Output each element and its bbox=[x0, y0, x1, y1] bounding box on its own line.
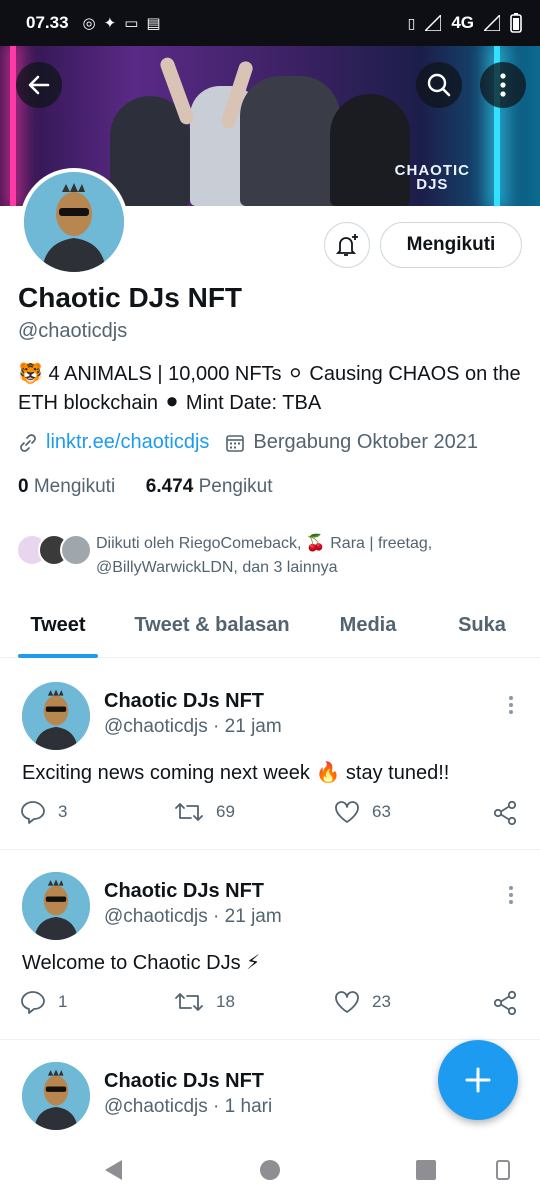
followers-link[interactable]: 6.474 Pengikut bbox=[146, 476, 273, 497]
tweet-text: Welcome to Chaotic DJs ⚡ bbox=[22, 952, 261, 974]
like-button[interactable]: 23 bbox=[334, 990, 391, 1014]
tweet-avatar[interactable] bbox=[22, 682, 90, 750]
following-link[interactable]: 0 Mengikuti bbox=[18, 476, 115, 497]
tweet-item[interactable]: Chaotic DJs NFT @chaoticdjs · 21 jam Welco… bbox=[0, 850, 540, 1040]
follow-counts: 0 Mengikuti 6.474 Pengikut bbox=[18, 476, 273, 498]
vibrate-icon: ▯ bbox=[407, 14, 416, 31]
network-type: 4G bbox=[451, 13, 474, 32]
notification-icons: ◎ ✦ ▭ ▤ bbox=[83, 16, 161, 31]
chat-icon: ▭ bbox=[124, 14, 139, 32]
tweet-more-button[interactable] bbox=[500, 694, 522, 716]
tweet-author-name[interactable]: Chaotic DJs NFT bbox=[104, 1070, 264, 1093]
retweet-count: 69 bbox=[216, 802, 235, 821]
tweet-item[interactable]: Chaotic DJs NFT @chaoticdjs · 21 jam Excit… bbox=[0, 660, 540, 850]
retweet-button[interactable]: 18 bbox=[174, 990, 235, 1014]
nav-recents-icon[interactable] bbox=[414, 1158, 438, 1182]
search-button[interactable] bbox=[416, 62, 462, 108]
reply-button[interactable]: 1 bbox=[20, 990, 67, 1014]
retweet-button[interactable]: 69 bbox=[174, 800, 235, 824]
avatar-image bbox=[24, 172, 124, 272]
like-icon bbox=[335, 801, 359, 823]
nav-rotate-icon[interactable] bbox=[494, 1158, 512, 1182]
follower-avatar-3 bbox=[60, 534, 92, 566]
banner-wordmark: CHAOTIC DJS bbox=[394, 162, 470, 193]
nav-back-icon[interactable] bbox=[102, 1158, 126, 1182]
more-options-button[interactable] bbox=[480, 62, 526, 108]
like-button[interactable]: 63 bbox=[334, 800, 391, 824]
banner-character-3 bbox=[240, 76, 340, 206]
nav-home-icon[interactable] bbox=[258, 1158, 282, 1182]
signal-icon bbox=[425, 15, 442, 31]
followed-by[interactable]: Diikuti oleh RiegoComeback, 🍒 Rara | fre… bbox=[16, 532, 516, 580]
more-vertical-icon bbox=[500, 73, 506, 97]
compose-tweet-button[interactable] bbox=[438, 1040, 518, 1120]
tweet-avatar[interactable] bbox=[22, 1062, 90, 1130]
reply-count: 1 bbox=[58, 992, 68, 1011]
share-button[interactable] bbox=[492, 800, 518, 826]
like-icon bbox=[335, 991, 359, 1013]
tweet-avatar[interactable] bbox=[22, 872, 90, 940]
following-button[interactable]: Mengikuti bbox=[380, 222, 522, 268]
notification-bell-button[interactable] bbox=[324, 222, 370, 268]
bell-plus-icon bbox=[335, 234, 358, 256]
compose-plus-icon bbox=[465, 1067, 491, 1093]
storage-alert-icon: ▤ bbox=[146, 14, 161, 32]
profile-name: Chaotic DJs NFT bbox=[18, 282, 243, 313]
tweet-author-handle: @chaoticdjs · 21 jam bbox=[104, 906, 282, 927]
tweet-author-handle: @chaoticdjs · 1 hari bbox=[104, 1096, 273, 1117]
signal-icon-2 bbox=[484, 15, 500, 31]
profile-handle: @chaoticdjs bbox=[18, 320, 128, 342]
followed-by-text: Diikuti oleh RiegoComeback, 🍒 Rara | fre… bbox=[96, 535, 433, 576]
tweet-actions: 3 69 63 bbox=[20, 800, 520, 830]
tweet-author-name[interactable]: Chaotic DJs NFT bbox=[104, 880, 264, 903]
retweet-icon bbox=[175, 803, 203, 821]
tab-media[interactable]: Media bbox=[332, 600, 404, 658]
tab-suka[interactable]: Suka bbox=[452, 600, 512, 658]
tab-tweet-balasan[interactable]: Tweet & balasan bbox=[126, 600, 298, 658]
tweet-more-button[interactable] bbox=[500, 884, 522, 906]
profile-bio: 🐯 4 ANIMALS | 10,000 NFTs ⚪ Causing CHAO… bbox=[18, 363, 521, 414]
reply-count: 3 bbox=[58, 802, 68, 821]
share-icon bbox=[493, 990, 517, 1016]
status-bar: 07.33 ◎ ✦ ▭ ▤ ▯ 4G bbox=[0, 0, 540, 46]
link-icon bbox=[20, 433, 36, 452]
tab-tweet[interactable]: Tweet bbox=[18, 600, 98, 658]
reply-icon bbox=[21, 801, 45, 824]
tweet-author-name[interactable]: Chaotic DJs NFT bbox=[104, 690, 264, 713]
calendar-icon bbox=[226, 434, 245, 452]
profile-link[interactable]: linktr.ee/chaoticdjs bbox=[46, 431, 209, 454]
profile-tabs: Tweet Tweet & balasan Media Suka bbox=[0, 600, 540, 658]
android-nav-bar bbox=[0, 1140, 540, 1200]
share-icon bbox=[493, 800, 517, 826]
active-tab-indicator bbox=[18, 654, 98, 658]
reply-button[interactable]: 3 bbox=[20, 800, 67, 824]
status-time: 07.33 bbox=[26, 13, 69, 32]
tweet-actions: 1 18 23 bbox=[20, 990, 520, 1020]
whatsapp-icon: ◎ bbox=[82, 14, 96, 32]
joined-date: Bergabung Oktober 2021 bbox=[253, 431, 479, 453]
search-icon bbox=[427, 73, 451, 97]
twitter-icon: ✦ bbox=[103, 14, 117, 32]
reply-icon bbox=[21, 991, 45, 1014]
profile-meta: linktr.ee/chaoticdjs Bergabung Oktober 2… bbox=[18, 431, 478, 454]
retweet-icon bbox=[175, 993, 203, 1011]
profile-avatar[interactable] bbox=[20, 168, 128, 276]
like-count: 23 bbox=[372, 992, 391, 1011]
like-count: 63 bbox=[372, 802, 391, 821]
share-button[interactable] bbox=[492, 990, 518, 1016]
retweet-count: 18 bbox=[216, 992, 235, 1011]
tweet-author-handle: @chaoticdjs · 21 jam bbox=[104, 716, 282, 737]
back-button[interactable] bbox=[16, 62, 62, 108]
back-arrow-icon bbox=[28, 75, 50, 95]
battery-icon bbox=[510, 13, 522, 33]
tweet-text: Exciting news coming next week 🔥 stay tu… bbox=[22, 762, 450, 784]
